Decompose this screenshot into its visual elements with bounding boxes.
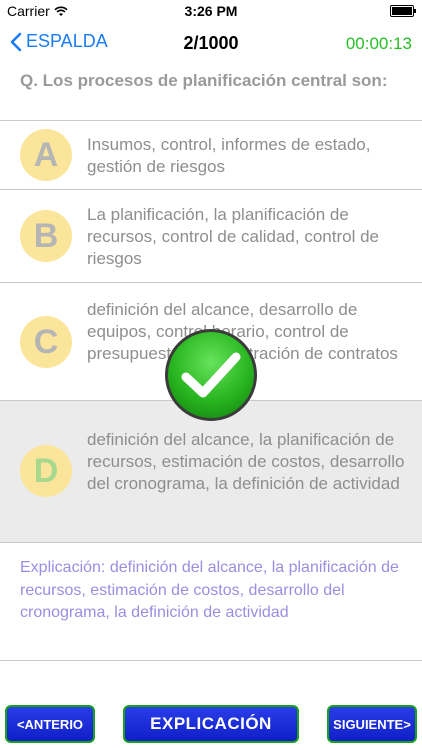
option-d-badge: D: [20, 445, 72, 497]
previous-button[interactable]: <ANTERIO: [5, 705, 95, 743]
battery-icon: [390, 5, 416, 17]
option-a-text: Insumos, control, informes de estado, ge…: [87, 135, 371, 176]
option-b-badge: B: [20, 210, 72, 262]
explanation-button[interactable]: EXPLICACIÓN: [123, 705, 299, 743]
status-time: 3:26 PM: [184, 3, 238, 19]
option-b-text: La planificación, la planificación de re…: [87, 205, 379, 268]
explanation-panel: Explicación: definición del alcance, la …: [0, 542, 422, 661]
elapsed-timer: 00:00:13: [345, 34, 412, 53]
status-bar: Carrier 3:26 PM: [0, 0, 422, 22]
navigation-bar: ESPALDA 2/1000 00:00:13: [0, 22, 422, 66]
correct-checkmark-icon: [165, 329, 257, 421]
option-a-badge: A: [20, 129, 72, 181]
option-d[interactable]: D definición del alcance, la planificaci…: [0, 400, 422, 542]
next-button[interactable]: SIGUIENTE>: [327, 705, 417, 743]
explanation-text: Explicación: definición del alcance, la …: [20, 559, 399, 621]
option-a[interactable]: A Insumos, control, informes de estado, …: [0, 120, 422, 189]
option-c-badge: C: [20, 316, 72, 368]
question-text: Q. Los procesos de planificación central…: [20, 71, 388, 90]
option-b[interactable]: B La planificación, la planificación de …: [0, 189, 422, 282]
option-d-text: definición del alcance, la planificación…: [87, 430, 405, 493]
